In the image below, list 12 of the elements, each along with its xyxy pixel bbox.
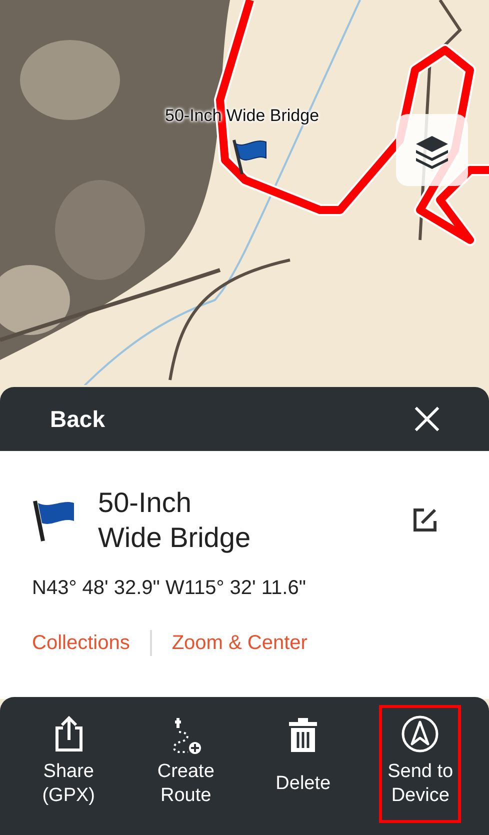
back-button[interactable]: Back xyxy=(50,406,105,432)
delete-action-button[interactable]: Delete xyxy=(262,705,344,823)
waypoint-name: 50-Inch Wide Bridge xyxy=(98,486,252,555)
send-action-button[interactable]: Send to Device xyxy=(379,705,462,823)
edit-icon[interactable] xyxy=(411,506,439,534)
layers-button[interactable] xyxy=(396,114,468,186)
coordinates: N43° 48' 32.9" W115° 32' 11.6" xyxy=(32,577,307,600)
action-link[interactable]: Collections xyxy=(32,632,130,654)
share-action-button[interactable]: Share (GPX) xyxy=(28,705,110,823)
close-icon[interactable] xyxy=(413,405,441,433)
action-link[interactable]: Zoom & Center xyxy=(172,632,308,654)
route-action-button[interactable]: Create Route xyxy=(144,705,227,823)
